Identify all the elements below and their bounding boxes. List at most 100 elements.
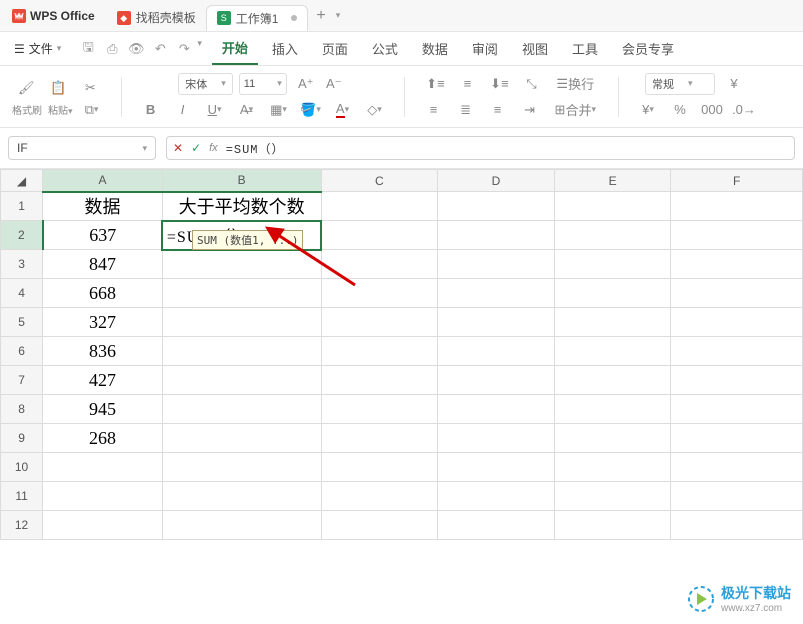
row-header-5[interactable]: 5 xyxy=(1,308,43,337)
currency-dropdown[interactable]: ¥▾ xyxy=(635,98,661,122)
cut-icon[interactable]: ✂ xyxy=(77,76,103,100)
cell-A4[interactable]: 668 xyxy=(43,279,163,308)
cell-B11[interactable] xyxy=(162,482,321,511)
row-header-2[interactable]: 2 xyxy=(1,221,43,250)
col-header-D[interactable]: D xyxy=(438,170,555,192)
row-header-7[interactable]: 7 xyxy=(1,366,43,395)
border-button[interactable]: ▦▾ xyxy=(266,98,292,122)
menu-review[interactable]: 审阅 xyxy=(462,33,508,64)
menu-data[interactable]: 数据 xyxy=(412,33,458,64)
cell-C9[interactable] xyxy=(321,424,438,453)
fx-icon[interactable]: fx xyxy=(209,142,218,154)
cell-E7[interactable] xyxy=(554,366,671,395)
cell-A8[interactable]: 945 xyxy=(43,395,163,424)
cell-A11[interactable] xyxy=(43,482,163,511)
cell-A12[interactable] xyxy=(43,511,163,540)
cell-B10[interactable] xyxy=(162,453,321,482)
menu-member[interactable]: 会员专享 xyxy=(612,33,684,64)
cell-F8[interactable] xyxy=(671,395,803,424)
font-color-button[interactable]: A▾ xyxy=(330,98,356,122)
cell-D4[interactable] xyxy=(438,279,555,308)
row-header-6[interactable]: 6 xyxy=(1,337,43,366)
cell-D2[interactable] xyxy=(438,221,555,250)
add-tab-button[interactable]: + xyxy=(308,7,333,25)
tab-workbook[interactable]: S 工作簿1 xyxy=(206,5,309,31)
fill-color-button[interactable]: 🪣▾ xyxy=(298,98,324,122)
cell-C7[interactable] xyxy=(321,366,438,395)
undo-icon[interactable]: ↶ xyxy=(149,38,171,60)
cell-E10[interactable] xyxy=(554,453,671,482)
cell-F12[interactable] xyxy=(671,511,803,540)
cell-D12[interactable] xyxy=(438,511,555,540)
cell-E11[interactable] xyxy=(554,482,671,511)
cell-C12[interactable] xyxy=(321,511,438,540)
row-header-12[interactable]: 12 xyxy=(1,511,43,540)
cell-E6[interactable] xyxy=(554,337,671,366)
comma-button[interactable]: 000 xyxy=(699,98,725,122)
menu-page[interactable]: 页面 xyxy=(312,33,358,64)
print-icon[interactable]: ⎙ xyxy=(101,38,123,60)
increase-font-icon[interactable]: A⁺ xyxy=(293,72,319,96)
strike-button[interactable]: A̶▾ xyxy=(234,98,260,122)
cell-D10[interactable] xyxy=(438,453,555,482)
redo-icon[interactable]: ↷ xyxy=(173,38,195,60)
col-header-A[interactable]: A xyxy=(43,170,163,192)
formula-bar[interactable]: ✕ ✓ fx =SUM（） xyxy=(166,136,795,160)
menu-start[interactable]: 开始 xyxy=(212,32,258,65)
row-header-3[interactable]: 3 xyxy=(1,250,43,279)
cell-A10[interactable] xyxy=(43,453,163,482)
align-right-icon[interactable]: ≡ xyxy=(485,98,511,122)
col-header-F[interactable]: F xyxy=(671,170,803,192)
cell-B7[interactable] xyxy=(162,366,321,395)
row-header-4[interactable]: 4 xyxy=(1,279,43,308)
confirm-icon[interactable]: ✓ xyxy=(191,141,201,155)
cell-F10[interactable] xyxy=(671,453,803,482)
file-menu-button[interactable]: ☰ 文件 ▾ xyxy=(8,36,67,61)
chevron-down-icon[interactable]: ▾ xyxy=(197,38,202,60)
tab-template[interactable]: ◆ 找稻壳模板 xyxy=(107,5,206,31)
cell-F9[interactable] xyxy=(671,424,803,453)
row-header-9[interactable]: 9 xyxy=(1,424,43,453)
cell-D5[interactable] xyxy=(438,308,555,337)
cell-F5[interactable] xyxy=(671,308,803,337)
cancel-icon[interactable]: ✕ xyxy=(173,141,183,155)
cell-D11[interactable] xyxy=(438,482,555,511)
cell-D3[interactable] xyxy=(438,250,555,279)
format-brush-icon[interactable]: 🖌 xyxy=(13,76,39,100)
cell-C2[interactable] xyxy=(321,221,438,250)
cell-E8[interactable] xyxy=(554,395,671,424)
cell-D1[interactable] xyxy=(438,192,555,221)
save-icon[interactable]: 🖫 xyxy=(77,38,99,60)
align-left-icon[interactable]: ≡ xyxy=(421,98,447,122)
copy-icon[interactable]: ⧉▾ xyxy=(79,102,105,118)
orientation-icon[interactable]: ⤡ xyxy=(518,72,544,96)
row-header-8[interactable]: 8 xyxy=(1,395,43,424)
menu-insert[interactable]: 插入 xyxy=(262,33,308,64)
cell-F7[interactable] xyxy=(671,366,803,395)
currency-button[interactable]: ¥ xyxy=(721,72,747,96)
cell-F6[interactable] xyxy=(671,337,803,366)
underline-button[interactable]: U▾ xyxy=(202,98,228,122)
select-all-corner[interactable]: ◢ xyxy=(1,170,43,192)
tab-overflow-icon[interactable]: ▾ xyxy=(336,10,341,21)
menu-tools[interactable]: 工具 xyxy=(562,33,608,64)
cell-A5[interactable]: 327 xyxy=(43,308,163,337)
align-top-icon[interactable]: ⬆≡ xyxy=(422,72,448,96)
row-header-1[interactable]: 1 xyxy=(1,192,43,221)
cell-C3[interactable] xyxy=(321,250,438,279)
cell-F2[interactable] xyxy=(671,221,803,250)
dec-inc-button[interactable]: .0→ xyxy=(731,98,757,122)
paste-icon[interactable]: 📋 xyxy=(45,76,71,100)
wrap-button[interactable]: ☰ 换行 xyxy=(550,72,600,96)
cell-B5[interactable] xyxy=(162,308,321,337)
function-tooltip[interactable]: SUM (数值1, ...) xyxy=(192,230,303,250)
cell-C5[interactable] xyxy=(321,308,438,337)
menu-formula[interactable]: 公式 xyxy=(362,33,408,64)
cell-B12[interactable] xyxy=(162,511,321,540)
cell-F3[interactable] xyxy=(671,250,803,279)
cell-E2[interactable] xyxy=(554,221,671,250)
cell-C11[interactable] xyxy=(321,482,438,511)
cell-A7[interactable]: 427 xyxy=(43,366,163,395)
indent-icon[interactable]: ⇥ xyxy=(517,98,543,122)
row-header-11[interactable]: 11 xyxy=(1,482,43,511)
